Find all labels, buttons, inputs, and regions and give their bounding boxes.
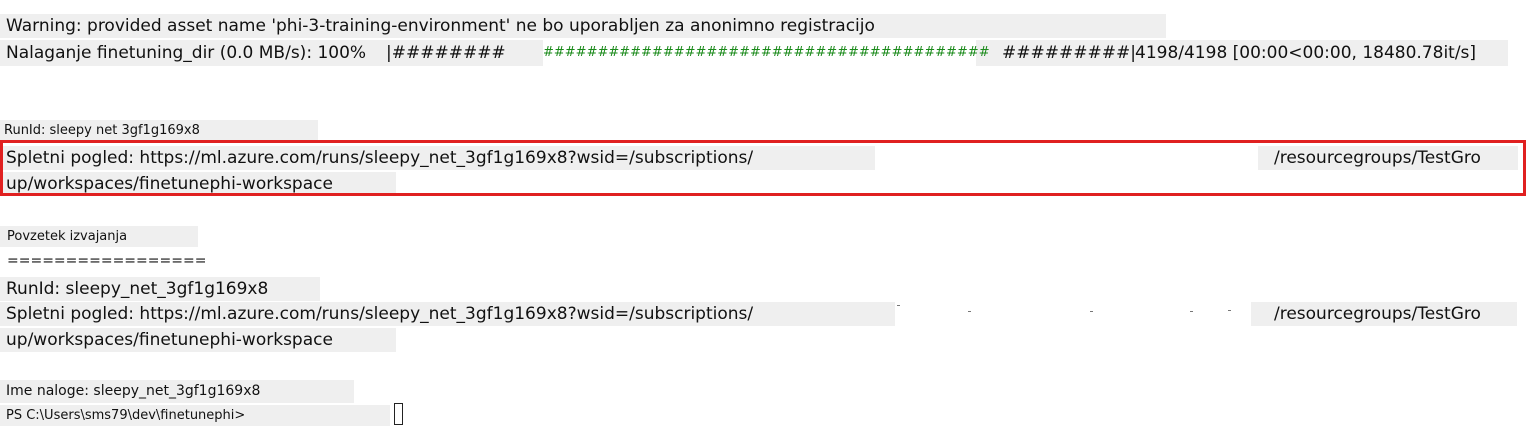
progress-bar-right: #########| xyxy=(1002,43,1136,63)
artifact-speck xyxy=(968,311,971,312)
run-id-top: RunId: sleepy net 3gf1g169x8 xyxy=(4,123,200,138)
web-view-link-part2[interactable]: /resourcegroups/TestGro xyxy=(1274,150,1481,167)
progress-bar-left: |######## xyxy=(386,43,506,63)
job-name: Ime naloge: sleepy_net_3gf1g169x8 xyxy=(6,383,261,399)
web-view-link-line2[interactable]: up/workspaces/finetunephi-workspace xyxy=(6,176,333,193)
artifact-speck xyxy=(1090,311,1093,312)
summary-web-view-link-part2[interactable]: /resourcegroups/TestGro xyxy=(1274,306,1481,323)
text-cursor xyxy=(394,403,403,425)
summary-rule: ================= xyxy=(7,253,207,269)
artifact-speck xyxy=(1190,311,1193,312)
warning-line: Warning: provided asset name 'phi-3-trai… xyxy=(6,16,875,36)
artifact-speck xyxy=(897,305,900,306)
progress-stats: 4198/4198 [00:00<00:00, 18480.78it/s] xyxy=(1135,43,1477,63)
web-view-link-part1[interactable]: Spletni pogled: https://ml.azure.com/run… xyxy=(6,150,753,167)
summary-web-view-link-line2[interactable]: up/workspaces/finetunephi-workspace xyxy=(6,332,333,349)
upload-label: Nalaganje finetuning_dir (0.0 MB/s): 100… xyxy=(6,43,367,63)
progress-bar-fill: ########################################… xyxy=(543,45,990,60)
terminal-window: { "terminal": { "warning": "Warning: pro… xyxy=(0,0,1530,426)
shell-prompt[interactable]: PS C:\Users\sms79\dev\finetunephi> xyxy=(6,409,245,422)
artifact-speck xyxy=(1228,310,1231,311)
summary-heading: Povzetek izvajanja xyxy=(7,229,128,244)
summary-run-id: RunId: sleepy_net_3gf1g169x8 xyxy=(6,279,269,299)
summary-web-view-link-part1[interactable]: Spletni pogled: https://ml.azure.com/run… xyxy=(6,306,753,323)
